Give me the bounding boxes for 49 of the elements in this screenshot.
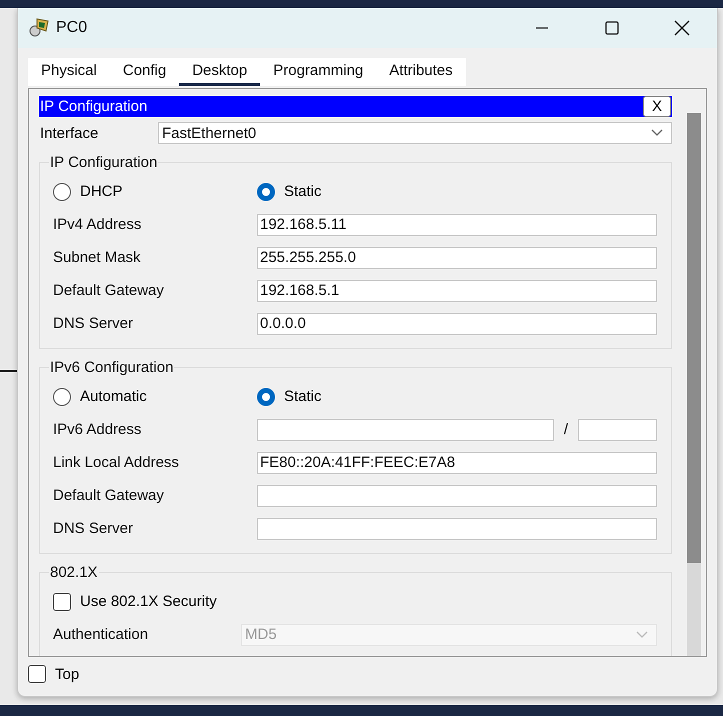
radio-button[interactable] [53, 182, 71, 200]
radio-option[interactable]: DHCP [53, 182, 257, 200]
field-label: Interface [39, 124, 100, 142]
radio-option[interactable]: Static [257, 182, 461, 200]
tab[interactable]: Config [110, 58, 180, 86]
radio-option[interactable]: Automatic [53, 388, 257, 406]
field-label: Link Local Address [53, 454, 180, 471]
close-button[interactable]: X [643, 96, 671, 117]
input-field[interactable] [257, 418, 554, 440]
radio-button[interactable] [53, 388, 71, 406]
tab[interactable]: Programming [260, 58, 376, 86]
field-label: Default Gateway [53, 487, 165, 504]
separator-text: / [562, 421, 570, 438]
group-title: IPv6 Configuration [49, 359, 174, 376]
input-field[interactable] [257, 518, 657, 540]
input-field[interactable]: 192.168.5.1 [257, 280, 657, 302]
panel-title: IP Configuration [40, 98, 148, 115]
field-label: IPv6 Address [53, 421, 142, 438]
tab[interactable]: Attributes [376, 58, 466, 86]
checkbox-option[interactable]: Use 802.1X Security [53, 592, 217, 610]
checkbox-option[interactable]: Top [28, 665, 80, 683]
field-label: Authentication [53, 626, 150, 643]
computer-icon [28, 17, 50, 39]
field-label: DNS Server [53, 520, 134, 537]
field-label: DNS Server [53, 315, 134, 332]
input-field[interactable]: 192.168.5.11 [257, 214, 657, 236]
maximize-icon [605, 21, 619, 35]
radio-button[interactable] [257, 388, 275, 406]
group-title: 802.1X [49, 564, 99, 581]
checkbox[interactable] [53, 592, 71, 610]
field-label: Subnet Mask [53, 249, 142, 266]
prefix-field[interactable] [578, 418, 657, 440]
radio-option[interactable]: Static [257, 388, 461, 406]
input-field[interactable]: 0.0.0.0 [257, 312, 657, 334]
caret-icon [636, 630, 648, 638]
dropdown[interactable]: FastEthernet0 [158, 122, 672, 144]
window-title: PC0 [56, 19, 88, 37]
field-label: IPv4 Address [53, 216, 142, 233]
input-field[interactable]: FE80::20A:41FF:FEEC:E7A8 [257, 452, 657, 474]
input-field[interactable]: 255.255.255.0 [257, 246, 657, 268]
input-field[interactable] [257, 484, 657, 506]
group-title: IP Configuration [49, 154, 158, 171]
tab[interactable]: Physical [28, 58, 110, 86]
radio-button[interactable] [257, 182, 275, 200]
caret-icon [651, 129, 663, 137]
scrollbar[interactable] [687, 113, 701, 656]
field-label: Default Gateway [53, 282, 165, 299]
close-icon [674, 20, 690, 36]
checkbox[interactable] [28, 665, 46, 683]
